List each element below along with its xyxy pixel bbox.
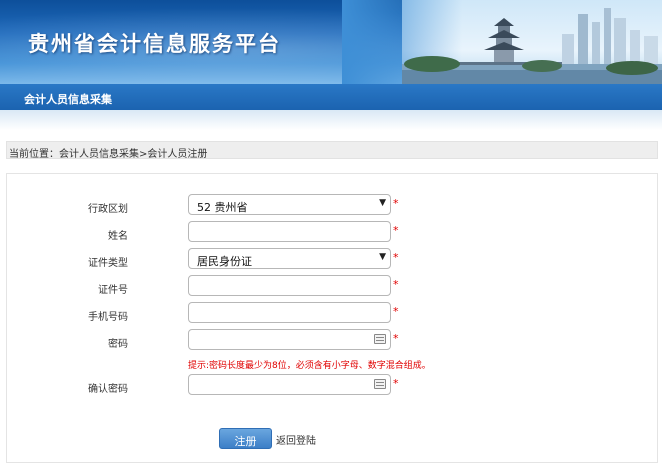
required-mark: * [393,224,399,237]
phone-input[interactable] [188,302,391,323]
back-to-login-link[interactable]: 返回登陆 [276,432,316,447]
city-skyline-image [402,8,662,84]
required-mark: * [393,377,399,390]
breadcrumb: 当前位置：会计人员信息采集>会计人员注册 [6,141,658,160]
keyboard-icon[interactable] [374,334,386,344]
chevron-down-icon: ▼ [379,252,386,262]
id-type-label: 证件类型 [88,258,128,269]
phone-label: 手机号码 [88,312,128,323]
nav-shadow [0,110,662,130]
password-hint: 提示:密码长度最少为8位，必须含有小字母、数字混合组成。 [188,361,431,371]
chevron-down-icon: ▼ [379,198,386,208]
register-button[interactable]: 注册 [219,428,272,449]
nav-bar: 会计人员信息采集 [0,84,662,110]
confirm-password-input[interactable] [188,374,391,395]
required-mark: * [393,251,399,264]
required-mark: * [393,278,399,291]
id-type-select[interactable]: 居民身份证 ▼ [188,248,391,269]
confirm-password-label: 确认密码 [88,384,128,395]
header-banner: 贵州省会计信息服务平台 [0,0,662,84]
name-input[interactable] [188,221,391,242]
required-mark: * [393,197,399,210]
region-label: 行政区划 [88,204,128,215]
nav-item-accountant-info-collection[interactable]: 会计人员信息采集 [24,91,112,107]
site-title: 贵州省会计信息服务平台 [28,32,281,56]
id-number-input[interactable] [188,275,391,296]
region-select[interactable]: 52 贵州省 ▼ [188,194,391,215]
required-mark: * [393,305,399,318]
password-label: 密码 [108,339,128,350]
password-input[interactable] [188,329,391,350]
region-select-value: 52 贵州省 [197,201,248,214]
keyboard-icon[interactable] [374,379,386,389]
id-type-select-value: 居民身份证 [197,255,252,268]
required-mark: * [393,332,399,345]
id-number-label: 证件号 [98,285,128,296]
name-label: 姓名 [108,231,128,242]
